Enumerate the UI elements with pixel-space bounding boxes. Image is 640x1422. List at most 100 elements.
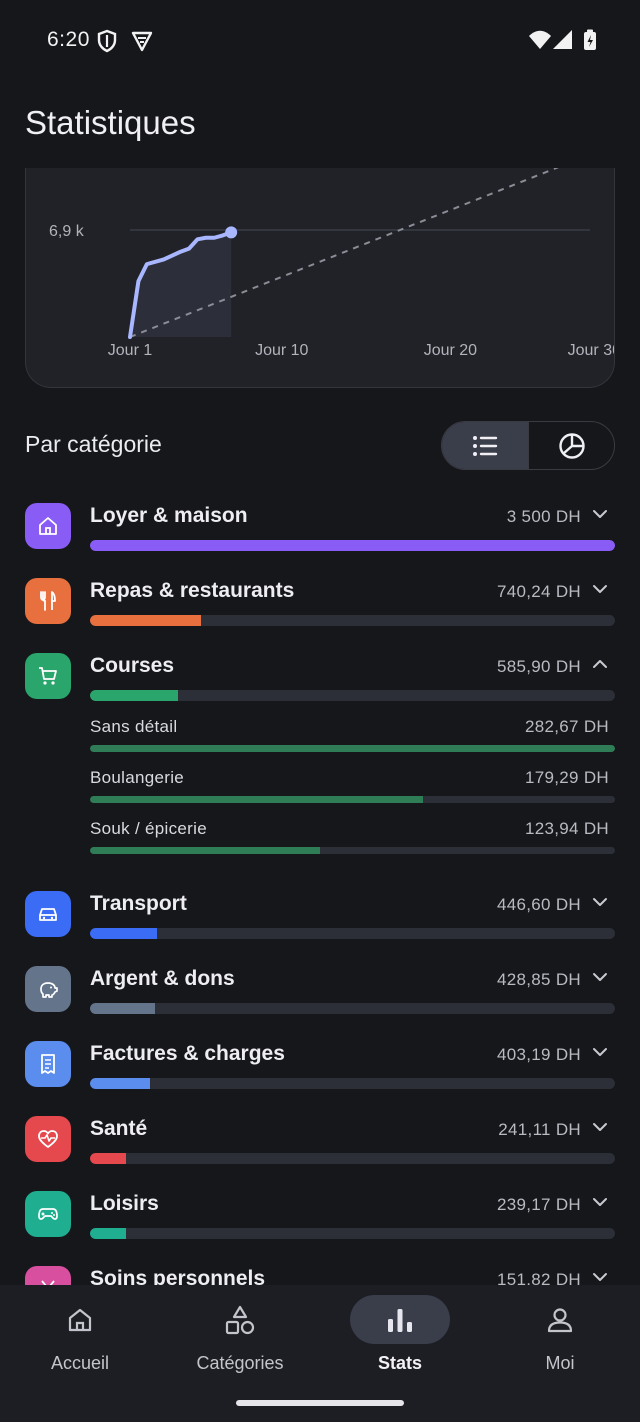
subcategory-bar-track bbox=[90, 847, 615, 854]
chevron-down-icon[interactable] bbox=[592, 508, 608, 520]
category-name: Loisirs bbox=[90, 1192, 159, 1215]
wifi-icon bbox=[529, 30, 551, 49]
category-row[interactable]: Repas & restaurants 740,24 DH bbox=[0, 565, 640, 635]
category-list[interactable]: Loyer & maison 3 500 DH Repas & restaurant… bbox=[0, 490, 640, 1285]
chevron-down-icon[interactable] bbox=[592, 896, 608, 908]
spending-area bbox=[130, 232, 232, 337]
cumulative-spending-chart: 6,9 k Jour 1 Jour 10 Jour 20 Jour 30 bbox=[49, 144, 615, 359]
category-name: Santé bbox=[90, 1117, 148, 1140]
chevron-down-icon[interactable] bbox=[592, 1121, 608, 1133]
category-row[interactable]: Loisirs 239,17 DH bbox=[0, 1178, 640, 1248]
category-bar-fill bbox=[90, 1153, 127, 1164]
nav-item-moi[interactable]: Moi bbox=[480, 1285, 640, 1385]
piggy-bank-icon bbox=[40, 982, 58, 998]
category-amount: 740,24 DH bbox=[497, 582, 581, 601]
nav-item-stats[interactable]: Stats bbox=[320, 1285, 480, 1385]
chevron-down-icon[interactable] bbox=[592, 971, 608, 983]
x-tick-label-jour-20: Jour 20 bbox=[424, 342, 477, 359]
category-amount: 428,85 DH bbox=[497, 970, 581, 989]
heart-pulse-icon bbox=[38, 1130, 58, 1148]
category-row[interactable]: Argent & dons 428,85 DH bbox=[0, 953, 640, 1023]
category-amount: 446,60 DH bbox=[497, 895, 581, 914]
category-amount: 3 500 DH bbox=[506, 507, 581, 526]
x-tick-label-jour-30: Jour 30 bbox=[568, 342, 615, 359]
cart-icon bbox=[39, 667, 57, 685]
category-icon-badge bbox=[25, 1116, 71, 1162]
nav-item-accueil[interactable]: Accueil bbox=[0, 1285, 160, 1385]
category-icon-badge bbox=[25, 1041, 71, 1087]
y-tick-label: 6,9 k bbox=[49, 223, 85, 240]
subcategory-bar-fill bbox=[90, 745, 615, 752]
category-icon-badge bbox=[25, 966, 71, 1012]
category-row[interactable]: Loyer & maison 3 500 DH bbox=[0, 490, 640, 560]
category-bar-fill bbox=[90, 690, 178, 701]
signal-icon bbox=[553, 30, 572, 49]
page-title: Statistiques bbox=[25, 104, 196, 141]
receipt-icon bbox=[41, 1054, 55, 1074]
nav-pill-stats bbox=[350, 1295, 450, 1344]
category-amount: 403,19 DH bbox=[497, 1045, 581, 1064]
x-tick-label-jour-1: Jour 1 bbox=[108, 342, 153, 359]
category-bar-fill bbox=[90, 928, 158, 939]
list-view-button[interactable] bbox=[442, 422, 528, 469]
category-name: Factures & charges bbox=[90, 1042, 285, 1065]
category-name: Loyer & maison bbox=[90, 504, 248, 527]
subcategory-bar-fill bbox=[90, 847, 320, 854]
category-amount: 151,82 DH bbox=[497, 1270, 581, 1285]
scissors-icon bbox=[41, 1280, 55, 1285]
category-row[interactable]: Santé 241,11 DH bbox=[0, 1103, 640, 1173]
category-name: Argent & dons bbox=[90, 967, 235, 990]
nav-pill-accueil bbox=[30, 1295, 130, 1344]
pie-view-button[interactable] bbox=[528, 422, 614, 469]
x-tick-label-jour-10: Jour 10 bbox=[255, 342, 308, 359]
category-amount: 585,90 DH bbox=[497, 657, 581, 676]
category-bar-track bbox=[90, 1003, 615, 1014]
category-icon-badge bbox=[25, 1191, 71, 1237]
chevron-down-icon[interactable] bbox=[592, 1196, 608, 1208]
category-name: Courses bbox=[90, 654, 175, 677]
home-indicator bbox=[236, 1400, 404, 1406]
nav-label-categories: Catégories bbox=[196, 1353, 284, 1373]
fork-knife-icon bbox=[40, 591, 56, 611]
subcategory-row[interactable]: Boulangerie 179,29 DH bbox=[0, 768, 640, 818]
home-icon bbox=[39, 517, 57, 535]
category-bar-fill bbox=[90, 1078, 151, 1089]
subcategory-row[interactable]: Sans détail 282,67 DH bbox=[0, 717, 640, 767]
category-name: Repas & restaurants bbox=[90, 579, 295, 602]
category-bar-fill bbox=[90, 1228, 126, 1239]
gamepad-icon bbox=[38, 1208, 58, 1220]
chevron-down-icon[interactable] bbox=[592, 1046, 608, 1058]
list-icon bbox=[473, 435, 498, 456]
nav-label-stats: Stats bbox=[377, 1353, 422, 1373]
chevron-down-icon[interactable] bbox=[592, 583, 608, 595]
category-bar-track bbox=[90, 1228, 615, 1239]
home-outline-icon bbox=[68, 1308, 92, 1331]
category-bar-track bbox=[90, 928, 615, 939]
category-amount: 241,11 DH bbox=[498, 1120, 581, 1139]
subcategory-row[interactable]: Souk / épicerie 123,94 DH bbox=[0, 819, 640, 869]
category-row[interactable]: Soins personnels 151,82 DH bbox=[0, 1253, 640, 1285]
nav-label-accueil: Accueil bbox=[50, 1353, 110, 1373]
subcategory-bar-track bbox=[90, 796, 615, 803]
nav-label-moi: Moi bbox=[545, 1353, 575, 1373]
subcategory-amount: 179,29 DH bbox=[525, 768, 609, 787]
category-row[interactable]: Factures & charges 403,19 DH bbox=[0, 1028, 640, 1098]
subcategory-name: Souk / épicerie bbox=[90, 819, 207, 838]
spending-chart-card: 6,9 k Jour 1 Jour 10 Jour 20 Jour 30 bbox=[25, 140, 615, 388]
shield-status-icon bbox=[97, 29, 117, 53]
shapes-icon bbox=[225, 1305, 255, 1334]
category-row[interactable]: Courses 585,90 DH bbox=[0, 640, 640, 710]
battery-icon bbox=[584, 29, 596, 50]
chevron-up-icon[interactable] bbox=[592, 658, 608, 670]
status-time: 6:20 bbox=[47, 28, 90, 51]
category-name: Soins personnels bbox=[90, 1267, 266, 1285]
subcategory-bar-fill bbox=[90, 796, 423, 803]
category-row[interactable]: Transport 446,60 DH bbox=[0, 878, 640, 948]
nav-pill-moi bbox=[510, 1295, 610, 1344]
category-name: Transport bbox=[90, 892, 187, 915]
car-icon bbox=[39, 908, 57, 921]
view-toggle bbox=[441, 421, 615, 470]
subcategory-name: Sans détail bbox=[90, 717, 178, 736]
nav-item-categories[interactable]: Catégories bbox=[160, 1285, 320, 1385]
chevron-down-icon[interactable] bbox=[592, 1271, 608, 1283]
